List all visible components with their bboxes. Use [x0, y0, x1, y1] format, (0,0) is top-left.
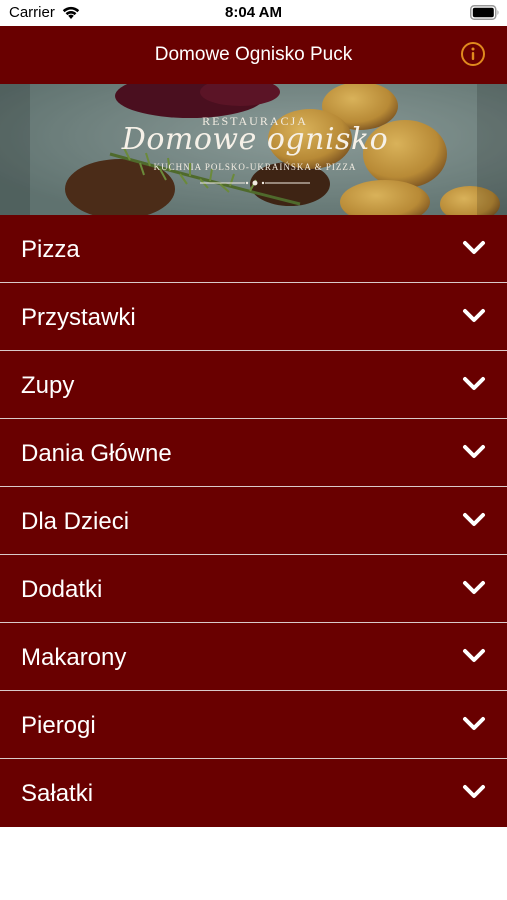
- chevron-down-icon: [463, 309, 485, 322]
- menu-category-label: Przystawki: [21, 304, 136, 331]
- chevron-down-icon: [463, 717, 485, 730]
- menu-category-label: Zupy: [21, 372, 75, 399]
- menu-category-label: Dania Główne: [21, 440, 172, 467]
- info-circle-icon[interactable]: [460, 41, 486, 67]
- chevron-down-icon: [463, 649, 485, 662]
- menu-category-row[interactable]: Dla Dzieci: [0, 487, 507, 555]
- menu-category-label: Dodatki: [21, 576, 103, 603]
- chevron-down-icon: [463, 581, 485, 594]
- chevron-down-icon: [463, 445, 485, 458]
- clock-label: 8:04 AM: [225, 4, 282, 21]
- banner-photo: [0, 84, 507, 215]
- menu-category-label: Dla Dzieci: [21, 508, 130, 535]
- restaurant-banner: RESTAURACJA Domowe ognisko KUCHNIA POLSK…: [0, 84, 507, 215]
- menu-category-row[interactable]: Dania Główne: [0, 419, 507, 487]
- menu-category-row[interactable]: Przystawki: [0, 283, 507, 351]
- chevron-down-icon: [463, 513, 485, 526]
- navigation-bar: Domowe Ognisko Puck: [0, 26, 507, 84]
- menu-category-label: Sałatki: [21, 780, 94, 807]
- menu-category-list: Pizza Przystawki Zupy Dania Główne Dla D…: [0, 215, 507, 827]
- menu-category-row[interactable]: Makarony: [0, 623, 507, 691]
- chevron-down-icon: [463, 785, 485, 798]
- menu-category-row[interactable]: Pizza: [0, 215, 507, 283]
- battery-icon: [470, 5, 499, 20]
- menu-category-label: Pizza: [21, 236, 80, 263]
- chevron-down-icon: [463, 241, 485, 254]
- menu-category-label: Pierogi: [21, 712, 96, 739]
- menu-category-row[interactable]: Pierogi: [0, 691, 507, 759]
- chevron-down-icon: [463, 377, 485, 390]
- status-bar: Carrier 8:04 AM: [0, 0, 507, 26]
- menu-category-label: Makarony: [21, 644, 127, 671]
- page-title: Domowe Ognisko Puck: [154, 44, 353, 65]
- menu-category-row[interactable]: Sałatki: [0, 759, 507, 827]
- app-screen: Carrier 8:04 AM Domowe Ognisko Puck REST…: [0, 0, 507, 900]
- menu-category-row[interactable]: Dodatki: [0, 555, 507, 623]
- menu-category-row[interactable]: Zupy: [0, 351, 507, 419]
